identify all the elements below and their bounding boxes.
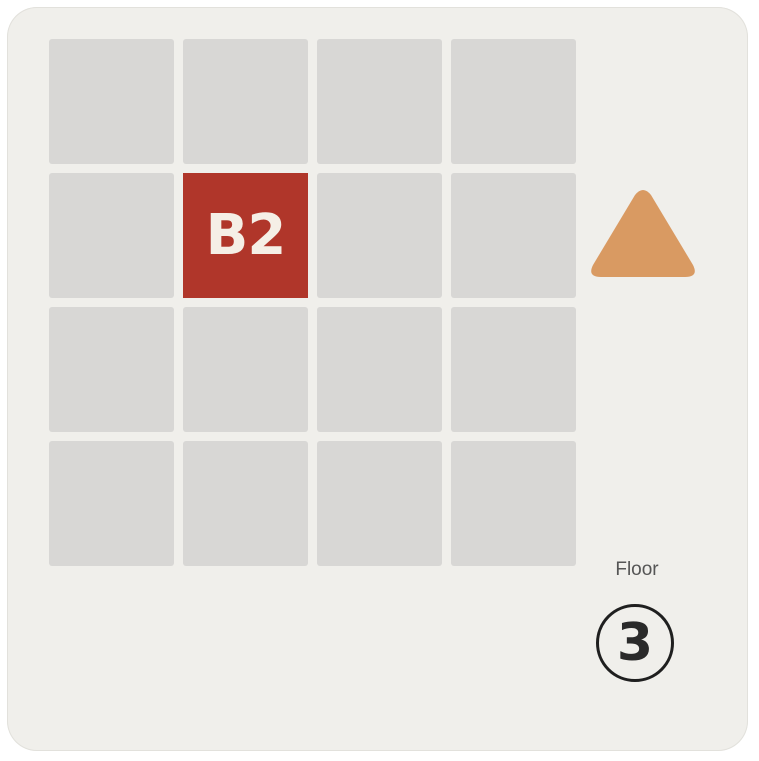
highlighted-cell-label: B2 xyxy=(205,203,287,268)
grid-cell-highlighted: B2 xyxy=(183,173,308,298)
grid-cell-r4-c1 xyxy=(49,441,174,566)
grid-cell-r3-c4 xyxy=(451,307,576,432)
grid-cell-r1-c1 xyxy=(49,39,174,164)
floor-number-badge: 3 xyxy=(596,604,674,682)
grid-cell-r4-c2 xyxy=(183,441,308,566)
grid-cell-r2-c1 xyxy=(49,173,174,298)
triangle-up-icon xyxy=(591,190,695,277)
grid-cell-r4-c4 xyxy=(451,441,576,566)
grid-cell-r3-c2 xyxy=(183,307,308,432)
floor-label: Floor xyxy=(615,559,659,580)
grid-cell-r2-c3 xyxy=(317,173,442,298)
grid-cell-r2-c4 xyxy=(451,173,576,298)
grid-cell-r3-c3 xyxy=(317,307,442,432)
grid-cell-r4-c3 xyxy=(317,441,442,566)
grid-cell-r1-c4 xyxy=(451,39,576,164)
grid-cell-r1-c2 xyxy=(183,39,308,164)
floor-map-card: B2 Floor 3 xyxy=(7,7,748,751)
grid-cell-r3-c1 xyxy=(49,307,174,432)
floor-grid: B2 xyxy=(49,39,576,566)
floor-number: 3 xyxy=(616,613,654,673)
grid-cell-r1-c3 xyxy=(317,39,442,164)
